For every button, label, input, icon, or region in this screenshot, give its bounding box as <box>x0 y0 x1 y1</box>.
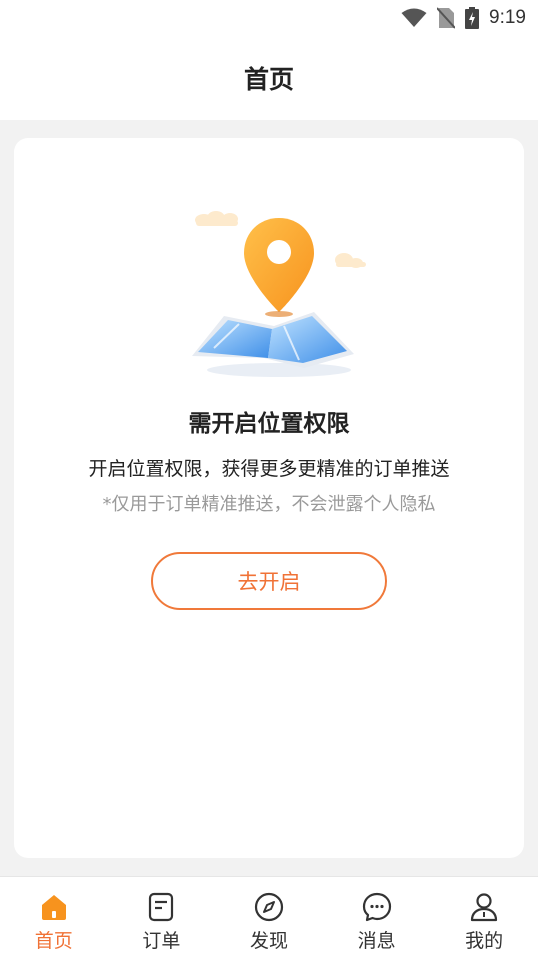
compass-icon <box>254 892 284 922</box>
tab-profile[interactable]: 我的 <box>430 877 538 961</box>
page-header: 首页 <box>0 36 538 120</box>
tab-label: 首页 <box>34 930 73 952</box>
profile-icon <box>471 893 498 922</box>
page-title: 首页 <box>243 65 294 94</box>
tab-label: 我的 <box>465 930 504 952</box>
tab-orders[interactable]: 订单 <box>108 877 216 961</box>
no-sim-icon <box>437 7 456 29</box>
permission-card: 需开启位置权限 开启位置权限，获得更多更精准的订单推送 *仅用于订单精准推送，不… <box>14 138 524 858</box>
location-map-illustration <box>192 211 366 377</box>
tab-discover[interactable]: 发现 <box>215 877 323 961</box>
message-icon <box>362 892 391 922</box>
privacy-note: *仅用于订单精准推送，不会泄露个人隐私 <box>102 494 436 515</box>
tab-messages[interactable]: 消息 <box>323 877 431 961</box>
permission-description: 开启位置权限，获得更多更精准的订单推送 <box>88 458 450 480</box>
status-bar: 9:19 <box>0 0 538 36</box>
permission-title: 需开启位置权限 <box>188 411 350 437</box>
tab-label: 发现 <box>249 930 288 952</box>
tab-label: 订单 <box>142 930 181 952</box>
enable-location-button[interactable]: 去开启 <box>151 552 387 610</box>
battery-charging-icon <box>465 7 480 29</box>
home-icon <box>41 895 66 920</box>
wifi-icon <box>401 8 427 27</box>
order-icon <box>149 892 174 922</box>
clock: 9:19 <box>489 7 526 28</box>
tab-label: 消息 <box>357 930 396 952</box>
bottom-tab-bar: 首页 订单 发现 消息 我的 <box>0 876 538 961</box>
tab-home[interactable]: 首页 <box>0 877 108 961</box>
